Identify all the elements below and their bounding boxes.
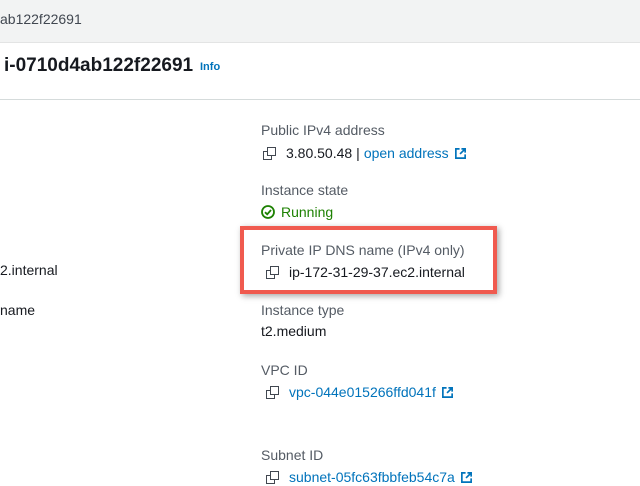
open-address-link[interactable]: open address: [364, 145, 449, 161]
left-field-label: name: [0, 302, 36, 318]
breadcrumb-bar: ab122f22691: [0, 0, 640, 43]
vpc-id-row: vpc-044e015266ffd041f: [266, 383, 454, 401]
page-title: i-0710d4ab122f22691: [4, 55, 194, 76]
instance-state-row: Running: [261, 203, 333, 221]
left-private-dns-value: 2.internal: [0, 262, 58, 278]
info-link[interactable]: Info: [200, 61, 220, 73]
breadcrumb-instance-id[interactable]: ab122f22691: [0, 11, 82, 27]
page-header: i-0710d4ab122f22691 Info: [0, 43, 640, 100]
instance-type-value: t2.medium: [261, 323, 327, 339]
public-ipv4-label: Public IPv4 address: [261, 122, 385, 138]
copy-icon[interactable]: [266, 470, 279, 484]
vpc-id-link[interactable]: vpc-044e015266ffd041f: [289, 384, 436, 400]
separator: |: [356, 145, 360, 161]
copy-icon[interactable]: [266, 385, 279, 399]
subnet-id-label: Subnet ID: [261, 447, 324, 463]
check-circle-icon: [261, 205, 275, 219]
private-ip-dns-label: Private IP DNS name (IPv4 only): [261, 242, 465, 258]
private-ip-dns-value: ip-172-31-29-37.ec2.internal: [289, 264, 465, 280]
public-ipv4-value: 3.80.50.48: [286, 145, 353, 161]
external-link-icon[interactable]: [441, 386, 454, 399]
vpc-id-label: VPC ID: [261, 362, 308, 378]
instance-details-panel: 2.internal name Public IPv4 address 3.80…: [0, 100, 640, 485]
external-link-icon[interactable]: [454, 147, 467, 160]
external-link-icon[interactable]: [460, 471, 473, 484]
copy-icon[interactable]: [266, 265, 279, 279]
instance-state-label: Instance state: [261, 182, 349, 198]
subnet-id-row: subnet-05fc63fbbfeb54c7a: [266, 468, 473, 486]
private-ip-dns-row: ip-172-31-29-37.ec2.internal: [266, 263, 465, 281]
instance-state-value: Running: [281, 204, 334, 220]
public-ipv4-row: 3.80.50.48 | open address: [263, 144, 467, 162]
instance-type-label: Instance type: [261, 302, 345, 318]
copy-icon[interactable]: [263, 146, 276, 160]
subnet-id-link[interactable]: subnet-05fc63fbbfeb54c7a: [289, 469, 455, 485]
